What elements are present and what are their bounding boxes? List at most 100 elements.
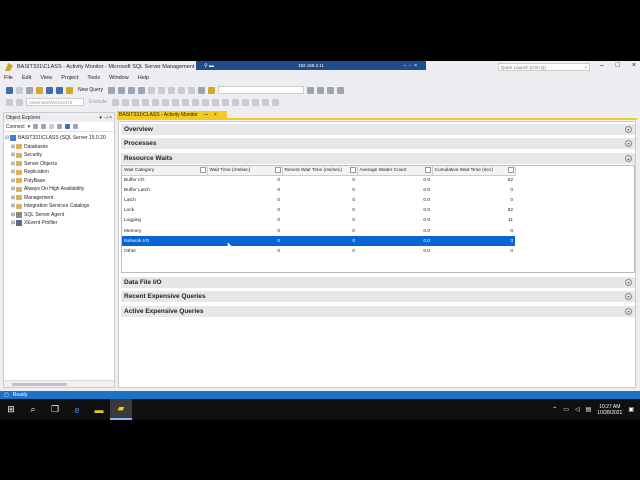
tree-node-always-on[interactable]: ⊞ Always On High Availability (4, 185, 114, 194)
activity-icon[interactable] (73, 124, 79, 129)
menu-file[interactable]: File (4, 75, 13, 81)
tree-node-security[interactable]: ⊞ Security (4, 151, 114, 160)
results-grid-icon[interactable] (212, 98, 220, 106)
xmla-query-icon[interactable] (138, 86, 146, 94)
undo-icon[interactable] (178, 86, 186, 94)
tree-node-xevent-profiler[interactable]: ⊞ XEvent Profiler (4, 219, 114, 228)
solution-explorer-icon[interactable] (307, 86, 315, 94)
quick-launch-input[interactable]: Quick Launch (Ctrl+Q) ⌕ (498, 63, 590, 71)
change-connection-icon[interactable] (16, 98, 23, 106)
chevron-down-icon[interactable]: ▾ (625, 140, 632, 147)
filter-dropdown-icon[interactable] (199, 167, 206, 173)
table-row-selected[interactable]: Network I/O 0 0 0.0 3 (122, 236, 515, 247)
column-header[interactable]: Cumulative Wait Time (sec) (432, 166, 516, 176)
column-header[interactable]: Wait Time (ms/sec) (207, 166, 283, 176)
table-row[interactable]: Buffer I/O 0 0 0.0 62 (122, 175, 515, 185)
table-row[interactable]: Lock 0 0 0.0 82 (122, 206, 515, 216)
intellisense-icon[interactable] (162, 98, 170, 106)
database-combo[interactable]: AdventureWorks2019 (26, 98, 84, 106)
debug-icon[interactable] (112, 98, 120, 106)
close-icon[interactable]: × (214, 112, 217, 118)
menu-tools[interactable]: Tools (87, 75, 100, 81)
stop-icon[interactable] (49, 124, 55, 129)
cut-icon[interactable] (148, 86, 156, 94)
section-processes[interactable]: Processes ▾ (121, 138, 635, 149)
find-icon[interactable] (208, 86, 216, 94)
results-text-icon[interactable] (202, 98, 210, 106)
open-file-icon[interactable] (36, 86, 43, 94)
properties-icon[interactable] (317, 86, 325, 94)
include-plan-icon[interactable] (172, 98, 180, 106)
pin-icon[interactable]: ⚲ ▬ (204, 63, 214, 69)
table-row[interactable]: Buffer Latch 0 0 0.0 0 (122, 185, 515, 195)
windows-start-icon[interactable]: ⊞ (0, 399, 22, 420)
menu-view[interactable]: View (40, 75, 52, 81)
tree-node-sql-agent[interactable]: ⊞ SQL Server Agent (4, 211, 114, 220)
section-overview[interactable]: Overview ▾ (121, 124, 635, 135)
options-icon[interactable] (337, 86, 345, 94)
notification-icon[interactable]: ▤ (586, 406, 592, 413)
table-row[interactable]: Latch 0 0 0.0 0 (122, 195, 515, 205)
chevron-down-icon[interactable]: ▾ (625, 126, 632, 133)
filter-icon[interactable] (57, 124, 63, 129)
horizontal-scrollbar[interactable] (4, 380, 114, 387)
table-row[interactable]: Other 0 0 0.0 0 (122, 246, 515, 256)
find-combo[interactable] (218, 86, 305, 94)
forward-icon[interactable] (16, 86, 23, 94)
filter-dropdown-icon[interactable] (274, 167, 281, 173)
paste-icon[interactable] (168, 86, 176, 94)
tree-node-replication[interactable]: ⊞ Replication (4, 168, 114, 177)
tab-activity-monitor[interactable]: BASIT331\CLASS - Activity Monitor ⊸ × (117, 111, 227, 119)
filter-dropdown-icon[interactable] (507, 167, 514, 173)
results-file-icon[interactable] (222, 98, 230, 106)
toolbox-icon[interactable] (327, 86, 335, 94)
chevron-down-icon[interactable]: ▾ (625, 279, 632, 286)
scrollbar-thumb[interactable] (12, 383, 67, 386)
menu-window[interactable]: Window (109, 75, 129, 81)
menu-edit[interactable]: Edit (22, 75, 31, 81)
action-center-icon[interactable]: ▣ (628, 406, 634, 413)
menu-project[interactable]: Project (61, 75, 78, 81)
table-row[interactable]: Logging 0 0 0.0 11 (122, 216, 515, 226)
ssms-taskbar-icon[interactable]: ▰ (110, 399, 132, 420)
chevron-down-icon[interactable]: ▾ (625, 308, 632, 315)
tree-node-integration-services[interactable]: ⊞ Integration Services Catalogs (4, 202, 114, 211)
outdent-icon[interactable] (252, 98, 260, 106)
uncomment-icon[interactable] (242, 98, 250, 106)
chevron-down-icon[interactable]: ▾ (28, 124, 31, 130)
indent-icon[interactable] (262, 98, 270, 106)
pin-icon[interactable]: ⊸ (204, 112, 208, 118)
display-plan-icon[interactable] (142, 98, 150, 106)
column-header[interactable]: Average Waiter Count (357, 166, 433, 176)
tree-node-management[interactable]: ⊞ Management (4, 194, 114, 203)
connect-server-icon[interactable] (33, 124, 39, 129)
save-icon[interactable] (46, 86, 53, 94)
minimize-button[interactable]: – (600, 62, 604, 69)
section-data-file-io[interactable]: Data File I/O ▾ (121, 277, 635, 288)
panel-pin-close-icons[interactable]: ▾ ⊣ × (99, 115, 112, 121)
section-resource-waits[interactable]: Resource Waits ▴ (121, 153, 635, 164)
copy-icon[interactable] (158, 86, 166, 94)
network-icon[interactable]: ▭ (563, 406, 569, 413)
specify-values-icon[interactable] (272, 98, 280, 106)
section-recent-expensive-queries[interactable]: Recent Expensive Queries ▾ (121, 291, 635, 302)
task-view-icon[interactable]: ❐ (44, 399, 66, 420)
column-header[interactable]: Wait Category (122, 166, 208, 176)
filter-dropdown-icon[interactable] (349, 167, 356, 173)
maximize-button[interactable]: □ (616, 62, 620, 69)
cancel-query-icon[interactable] (122, 98, 130, 106)
menu-help[interactable]: Help (138, 75, 149, 81)
execute-button[interactable]: Execute (89, 99, 107, 105)
disconnect-icon[interactable] (41, 124, 47, 129)
chevron-up-icon[interactable]: ▴ (625, 155, 632, 162)
section-active-expensive-queries[interactable]: Active Expensive Queries ▾ (121, 306, 635, 317)
tree-server-node[interactable]: ⊟ BASIT331\CLASS (SQL Server 15.0.20 (4, 134, 114, 143)
new-project-icon[interactable] (26, 86, 33, 94)
mdx-query-icon[interactable] (118, 86, 126, 94)
filter-dropdown-icon[interactable] (424, 167, 431, 173)
column-header[interactable]: Recent Wait Time (ms/sec) (282, 166, 358, 176)
live-stats-icon[interactable] (182, 98, 190, 106)
back-icon[interactable] (6, 86, 13, 94)
client-stats-icon[interactable] (192, 98, 200, 106)
edge-browser-icon[interactable]: e (66, 399, 88, 420)
